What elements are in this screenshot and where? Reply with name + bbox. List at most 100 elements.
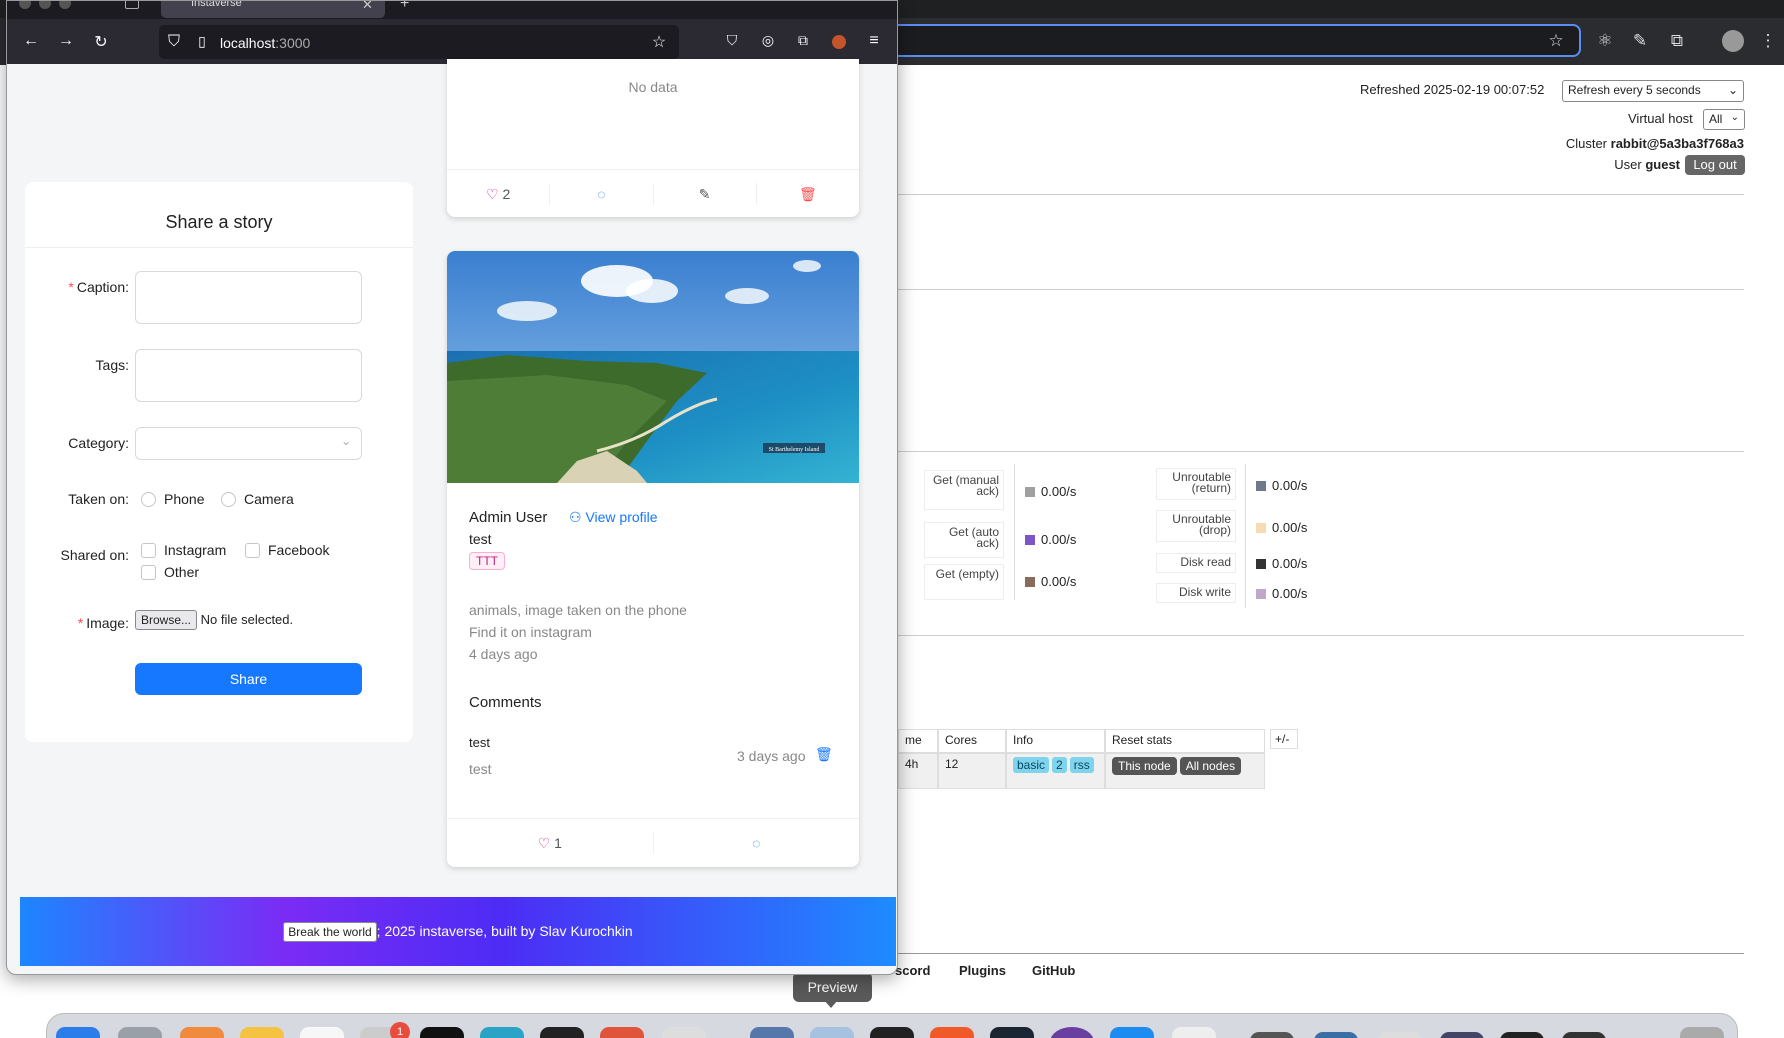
- checkbox-square[interactable]: [245, 543, 260, 558]
- puzzle-icon[interactable]: ⧉: [1666, 30, 1688, 52]
- refresh-interval-select[interactable]: Refresh every 5 seconds ⌄: [1562, 80, 1744, 102]
- info-pill[interactable]: 2: [1052, 757, 1067, 773]
- bookmark-star-icon[interactable]: ☆: [648, 32, 670, 52]
- checkbox-square[interactable]: [141, 565, 156, 580]
- reset-all-nodes-button[interactable]: All nodes: [1179, 757, 1242, 775]
- trash-dock-icon[interactable]: [1680, 1027, 1724, 1038]
- heart-icon: ♡: [486, 185, 499, 202]
- profile-avatar-icon[interactable]: [1722, 30, 1744, 52]
- tab-title: Instaverse: [191, 0, 242, 9]
- window-thumbnail[interactable]: [1378, 1032, 1422, 1038]
- comment-button[interactable]: ◌: [654, 832, 860, 854]
- radio-camera[interactable]: Camera: [221, 491, 294, 507]
- post-tag: TTT: [469, 552, 505, 570]
- background-url-field[interactable]: [870, 24, 1581, 57]
- back-arrow-icon[interactable]: ←: [20, 32, 42, 50]
- window-thumbnail[interactable]: [1314, 1032, 1358, 1038]
- table-header: me: [898, 729, 938, 753]
- delete-button[interactable]: 🗑: [757, 183, 859, 205]
- app-dock-icon[interactable]: [990, 1027, 1034, 1038]
- tags-textarea[interactable]: [135, 349, 362, 402]
- shield-icon[interactable]: ⛉: [163, 33, 185, 51]
- radio-phone[interactable]: Phone: [141, 491, 204, 507]
- like-button[interactable]: ♡ 2: [447, 182, 551, 205]
- reload-icon[interactable]: ↻: [90, 32, 112, 52]
- edit-button[interactable]: ✎: [654, 182, 757, 205]
- window-thumbnail[interactable]: [1250, 1032, 1294, 1038]
- virtual-host-select[interactable]: All ⌄: [1703, 109, 1745, 130]
- caption-textarea[interactable]: [135, 271, 362, 324]
- notes-dock-icon[interactable]: [240, 1027, 284, 1038]
- logout-button[interactable]: Log out: [1685, 155, 1745, 175]
- edit-icon[interactable]: ✎: [1629, 30, 1651, 52]
- reset-this-node-button[interactable]: This node: [1112, 757, 1177, 775]
- delete-comment-icon[interactable]: 🗑: [815, 746, 833, 763]
- post-actions: ♡ 2 ◌ ✎ 🗑: [447, 169, 859, 217]
- break-the-world-button[interactable]: Break the world: [283, 922, 377, 942]
- terminal-dock-icon[interactable]: [420, 1027, 464, 1038]
- footer-link-discord[interactable]: scord: [895, 963, 930, 978]
- pocket-icon[interactable]: ⛉: [721, 32, 743, 49]
- view-profile-link[interactable]: ⚇ View profile: [569, 509, 658, 526]
- forward-arrow-icon[interactable]: →: [55, 32, 77, 50]
- columns-toggle-button[interactable]: +/-: [1270, 729, 1298, 749]
- rate-value: 0.00/s: [1025, 532, 1076, 547]
- footer-text: ; 2025 instaverse, built by Slav Kurochk…: [376, 923, 633, 939]
- divider: [1245, 464, 1246, 608]
- nodes-table: me Cores Info Reset stats 4h 12 basic 2 rs…: [898, 729, 1265, 789]
- checkbox-facebook[interactable]: Facebook: [245, 542, 329, 558]
- tab-instaverse[interactable]: Instaverse: [161, 1, 385, 18]
- app-dock-icon[interactable]: [540, 1027, 584, 1038]
- checkbox-instagram[interactable]: Instagram: [141, 542, 226, 558]
- app-dock-icon[interactable]: [662, 1027, 706, 1038]
- comments-heading: Comments: [469, 694, 542, 711]
- category-label: Category:: [68, 435, 129, 451]
- comment-icon: ◌: [597, 185, 606, 202]
- radio-circle[interactable]: [141, 492, 156, 507]
- app-dock-icon[interactable]: [1172, 1027, 1216, 1038]
- info-pill[interactable]: basic: [1013, 757, 1050, 773]
- footer-link-plugins[interactable]: Plugins: [959, 963, 1006, 978]
- launchpad-dock-icon[interactable]: [118, 1027, 162, 1038]
- window-thumbnail[interactable]: [1440, 1032, 1484, 1038]
- checkbox-square[interactable]: [141, 543, 156, 558]
- browse-button[interactable]: Browse...: [135, 610, 198, 630]
- app-dock-icon[interactable]: [930, 1027, 974, 1038]
- app-dock-icon[interactable]: [480, 1027, 524, 1038]
- extension-badge-icon[interactable]: [832, 35, 846, 49]
- hamburger-menu-icon[interactable]: ≡: [863, 32, 885, 50]
- photos-dock-icon[interactable]: [180, 1027, 224, 1038]
- tab-close-icon[interactable]: ✕: [362, 1, 373, 13]
- uptime-cell: 4h: [898, 753, 938, 789]
- rate-value: 0.00/s: [1025, 484, 1076, 499]
- comment-button[interactable]: ◌: [550, 182, 654, 205]
- account-icon[interactable]: ◎: [757, 32, 779, 49]
- info-pill[interactable]: rss: [1069, 757, 1094, 773]
- preview-dock-icon[interactable]: [810, 1027, 854, 1038]
- legend-swatch: [1256, 559, 1266, 569]
- bookmark-star-icon[interactable]: ☆: [1545, 30, 1567, 52]
- app-dock-icon[interactable]: [750, 1027, 794, 1038]
- table-header: Cores: [938, 729, 1006, 753]
- new-tab-icon[interactable]: +: [400, 1, 409, 13]
- window-thumbnail[interactable]: [1562, 1032, 1606, 1038]
- app-dock-icon[interactable]: [300, 1027, 344, 1038]
- radio-circle[interactable]: [221, 492, 236, 507]
- file-input[interactable]: Browse... No file selected.: [135, 610, 293, 630]
- checkbox-other[interactable]: Other: [141, 564, 199, 580]
- menu-dots-icon[interactable]: ⋮: [1757, 30, 1779, 52]
- app-dock-icon[interactable]: [870, 1027, 914, 1038]
- divider: [898, 635, 1744, 636]
- extension-icon[interactable]: ⚛: [1594, 30, 1616, 52]
- app-dock-icon[interactable]: [1110, 1027, 1154, 1038]
- app-dock-icon[interactable]: [600, 1027, 644, 1038]
- extensions-icon[interactable]: ⧉: [792, 32, 814, 49]
- like-button[interactable]: ♡ 1: [447, 831, 654, 854]
- page-info-icon[interactable]: ▯: [191, 33, 213, 50]
- sidebar-toggle-icon[interactable]: [125, 1, 139, 9]
- category-select[interactable]: ⌄: [135, 427, 362, 460]
- window-thumbnail[interactable]: [1500, 1032, 1544, 1038]
- finder-dock-icon[interactable]: [56, 1027, 100, 1038]
- footer-link-github[interactable]: GitHub: [1032, 963, 1075, 978]
- share-button[interactable]: Share: [135, 663, 362, 695]
